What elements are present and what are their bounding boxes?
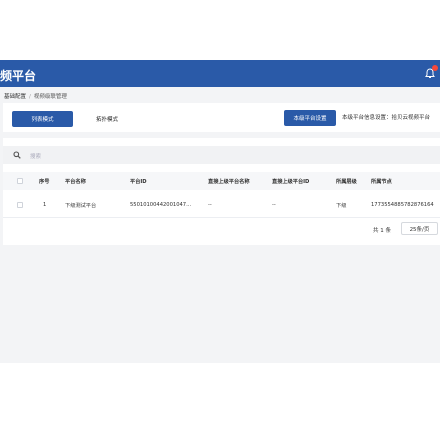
panel-divider [3, 132, 440, 138]
breadcrumb-current: 视频级联管理 [33, 94, 67, 100]
breadcrumb: 基础配置 / 视频级联管理 [4, 92, 67, 100]
page-size-select[interactable]: 25条/页 [401, 222, 438, 235]
column-header-node: 所属节点 [371, 179, 392, 185]
column-header-level: 所属层级 [336, 179, 357, 185]
row-platform-id: 55010100442001047… [130, 202, 192, 208]
column-header-name: 平台名称 [65, 179, 86, 185]
row-platform-name: 下级测试平台 [65, 203, 97, 209]
column-header-parent-name: 直接上级平台名称 [208, 179, 250, 185]
pagination-total: 共 1 条 [373, 228, 391, 234]
local-platform-info: 本级平台信息设置：拾贝云视频平台 [342, 115, 431, 121]
local-platform-settings-button[interactable]: 本级平台设置 [284, 110, 336, 126]
search-input[interactable] [3, 146, 440, 164]
list-mode-button[interactable]: 列表模式 [12, 111, 73, 127]
row-index: 1 [43, 202, 47, 208]
breadcrumb-separator: / [29, 94, 31, 100]
app-header [0, 60, 440, 87]
row-parent-name: -- [208, 202, 212, 208]
row-node: 17735548857828761​64 [371, 202, 434, 208]
column-header-id: 平台ID [130, 179, 147, 185]
top-blank-area [0, 0, 440, 60]
row-parent-id: -- [272, 202, 276, 208]
column-header-parent-id: 直接上级平台ID [272, 179, 310, 185]
row-level: 下级 [336, 203, 347, 209]
row-checkbox[interactable] [17, 202, 23, 208]
breadcrumb-root[interactable]: 基础配置 [4, 94, 26, 100]
column-header-index: 序号 [39, 179, 50, 185]
topology-mode-button[interactable]: 拓扑模式 [88, 111, 126, 127]
notification-badge [432, 65, 438, 71]
app-title: 频平台 [0, 69, 37, 83]
search-placeholder: 搜索 [30, 154, 42, 160]
search-icon [13, 151, 21, 159]
row-divider [3, 217, 440, 218]
select-all-checkbox[interactable] [17, 178, 23, 184]
